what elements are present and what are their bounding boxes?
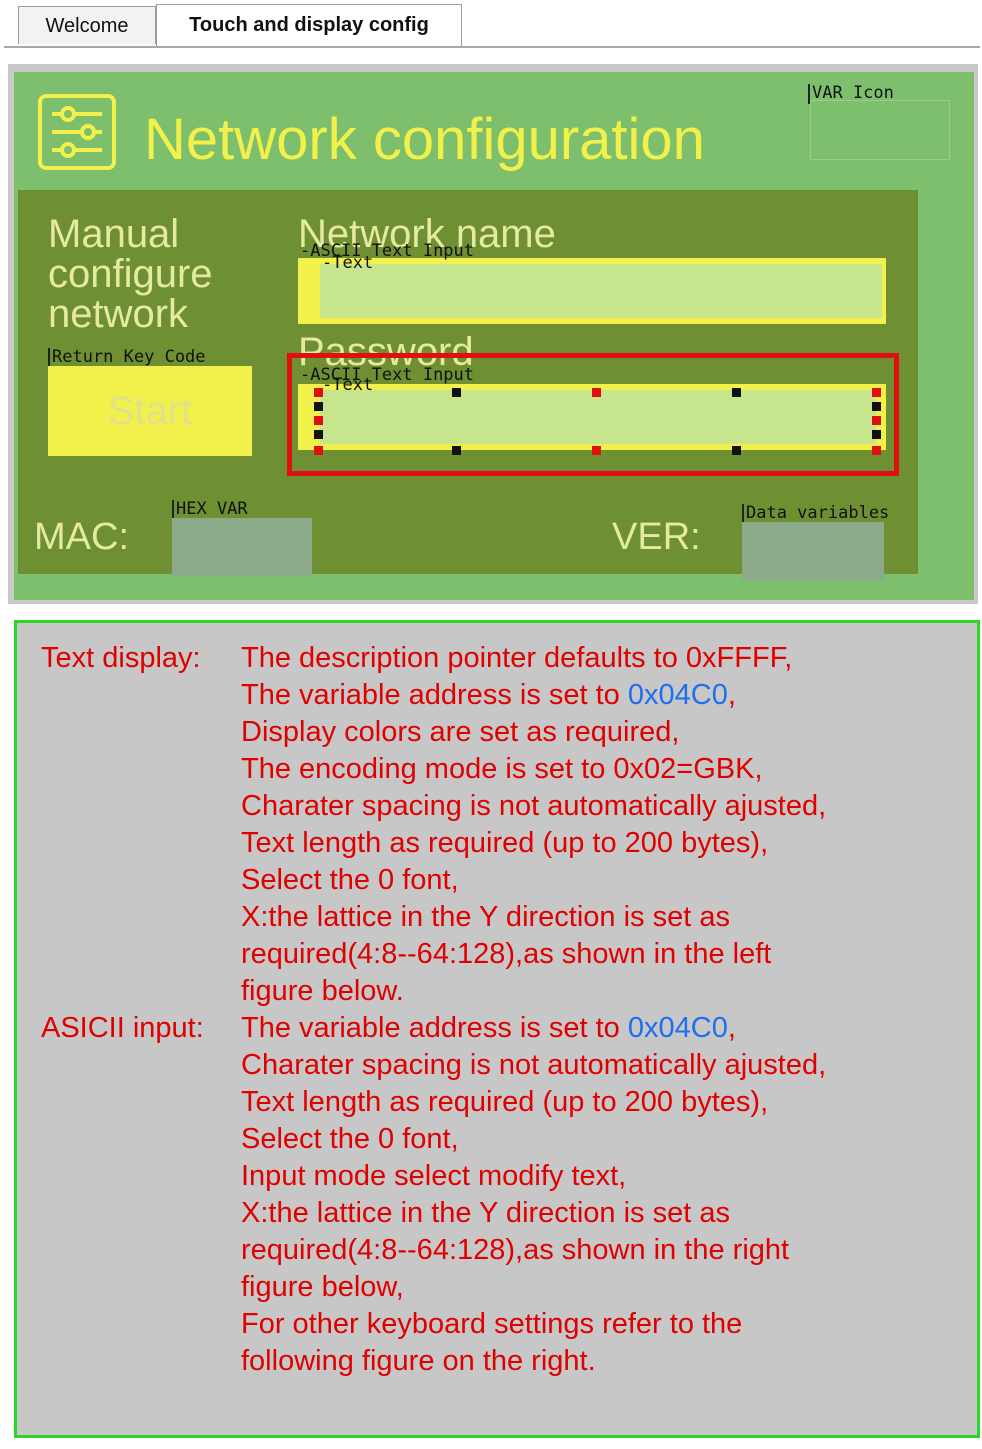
selection-handle[interactable] [314,446,323,455]
tab-divider [4,46,980,48]
text-display-heading: Text display: [41,642,201,674]
ascii-input-line: following figure on the right. [241,1345,596,1377]
selection-handle[interactable] [592,388,601,397]
selection-handle[interactable] [314,416,323,425]
text-display-line: The encoding mode is set to 0x02=GBK, [241,753,763,785]
selection-handle[interactable] [872,416,881,425]
data-variables-label: Data variables [746,503,890,523]
selection-handle[interactable] [872,446,881,455]
ascii-input-line: For other keyboard settings refer to the [241,1308,743,1340]
text-display-line: X:the lattice in the Y direction is set … [241,901,730,933]
selection-handle[interactable] [872,430,881,439]
selection-handle[interactable] [592,446,601,455]
page-title: Network configuration [144,107,705,172]
hex-var-label: HEX VAR [176,499,248,519]
start-button[interactable]: Start [48,366,252,456]
ascii-input-line: Select the 0 font, [241,1123,459,1155]
mac-value-field[interactable] [172,518,312,576]
selection-outline [287,353,899,476]
variable-address-value: 0x04C0 [627,1012,728,1044]
text-display-line: required(4:8--64:128),as shown in the le… [241,938,772,970]
text-display-line: Select the 0 font, [241,864,459,896]
return-key-marker [48,348,50,368]
text-display-line: Charater spacing is not automatically aj… [241,790,827,822]
selection-handle[interactable] [314,388,323,397]
selection-handle[interactable] [452,446,461,455]
ascii-input-line: Input mode select modify text, [241,1160,627,1192]
selection-handle[interactable] [732,388,741,397]
ascii-input-line: required(4:8--64:128),as shown in the ri… [241,1234,790,1266]
text-display-line: The variable address is set to 0x04C0, [241,679,736,711]
ascii-input-line: The variable address is set to 0x04C0, [241,1012,736,1044]
ascii-input-line: X:the lattice in the Y direction is set … [241,1197,730,1229]
mac-label: MAC: [34,516,129,558]
text-display-line: The description pointer defaults to 0xFF… [241,642,793,674]
variable-address-value: 0x04C0 [627,679,728,711]
ascii-input-line: Charater spacing is not automatically aj… [241,1049,827,1081]
tab-welcome[interactable]: Welcome [18,6,156,44]
sliders-icon [38,94,116,170]
manual-configure-label: Manual configure network [48,212,213,336]
hex-var-marker [172,500,174,520]
ascii-input-heading: ASICII input: [41,1012,204,1044]
selection-handle[interactable] [872,388,881,397]
text-label-1: -Text [322,253,374,273]
network-name-input[interactable] [298,258,886,324]
selection-handle[interactable] [452,388,461,397]
text-display-line: Text length as required (up to 200 bytes… [241,827,769,859]
ver-value-field[interactable] [742,522,884,580]
tab-touch-and-display-config[interactable]: Touch and display config [156,4,462,48]
ascii-input-line: Text length as required (up to 200 bytes… [241,1086,769,1118]
data-variables-marker [742,504,744,524]
selection-handle[interactable] [314,402,323,411]
selection-handle[interactable] [732,446,741,455]
text-display-line: Display colors are set as required, [241,716,680,748]
return-key-code-label: Return Key Code [52,347,206,367]
selection-handle[interactable] [314,430,323,439]
text-display-line: figure below. [241,975,404,1007]
ascii-input-line: figure below, [241,1271,404,1303]
description-panel: Text display: The description pointer de… [14,620,980,1438]
ver-label: VER: [612,516,701,558]
selection-handle[interactable] [872,402,881,411]
var-icon-box[interactable] [810,100,950,160]
